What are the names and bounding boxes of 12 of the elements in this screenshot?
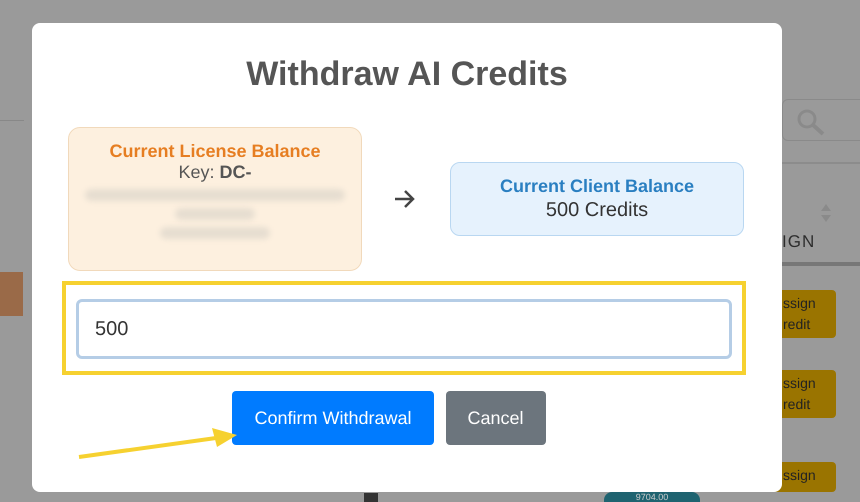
client-balance-amount: 500 Credits <box>544 198 650 223</box>
license-balance-title: Current License Balance <box>108 140 322 162</box>
right-arrow-icon <box>394 189 416 209</box>
cancel-button[interactable]: Cancel <box>446 391 546 445</box>
confirm-button[interactable]: Confirm Withdrawal <box>232 391 434 445</box>
column-header: IGN <box>782 231 816 253</box>
client-balance-title: Current Client Balance <box>498 175 696 197</box>
amount-input[interactable]: 500 <box>76 299 732 359</box>
sidebar-item[interactable] <box>0 272 23 316</box>
modal-title: Withdraw AI Credits <box>245 54 569 95</box>
license-key-label: Key: DC- <box>177 162 253 182</box>
amount-badge: 9704.00 <box>604 492 700 502</box>
